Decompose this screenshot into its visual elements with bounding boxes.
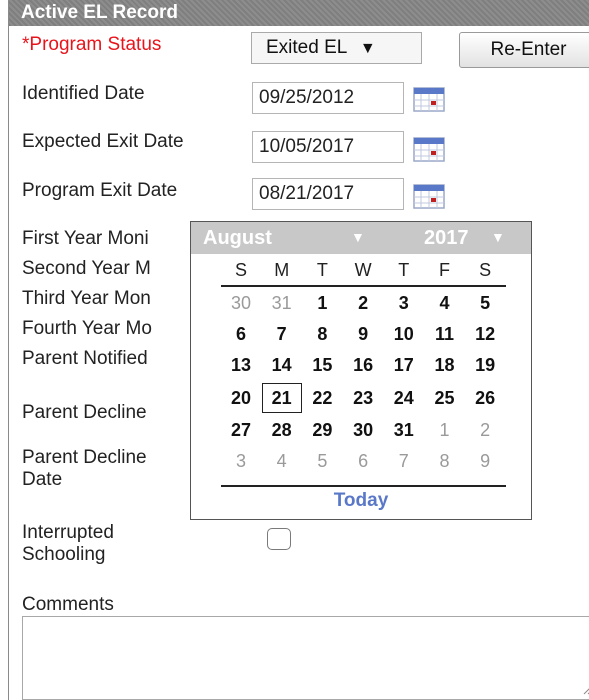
- resize-grip-icon[interactable]: [581, 683, 589, 695]
- calendar-week-row: 20 21 22 23 24 25 26: [221, 383, 506, 413]
- calendar-day[interactable]: 12: [465, 322, 505, 346]
- calendar-day[interactable]: 18: [425, 353, 465, 377]
- calendar-day[interactable]: 17: [384, 353, 424, 377]
- calendar-day[interactable]: 19: [465, 353, 505, 377]
- calendar-header: August ▼ 2017 ▼: [191, 222, 531, 254]
- calendar-day[interactable]: 10: [384, 322, 424, 346]
- date-picker-popup: August ▼ 2017 ▼ SMTWTFS 30 31 1 2 3 4 5 6 7 8 9 10 1…: [190, 221, 532, 520]
- third-year-monitoring-label: Third Year Mon: [22, 288, 151, 309]
- calendar-day[interactable]: 30: [221, 291, 261, 315]
- expected-exit-date-label: Expected Exit Date: [22, 131, 184, 152]
- calendar-divider: [221, 285, 506, 287]
- calendar-day[interactable]: 23: [343, 386, 383, 410]
- weekday-label: S: [479, 260, 492, 280]
- weekday-label: T: [398, 260, 410, 280]
- calendar-day[interactable]: 1: [302, 291, 342, 315]
- calendar-icon[interactable]: [413, 183, 445, 209]
- expected-exit-date-input[interactable]: 10/05/2017: [252, 131, 404, 163]
- calendar-divider: [221, 485, 506, 487]
- parent-declined-label: Parent Decline: [22, 402, 147, 423]
- weekday-label: W: [354, 260, 372, 280]
- weekday-header-row: SMTWTFS: [221, 258, 506, 282]
- identified-date-input[interactable]: 09/25/2012: [252, 82, 404, 114]
- calendar-day[interactable]: 27: [221, 418, 261, 442]
- parent-notified-label: Parent Notified: [22, 348, 148, 369]
- calendar-day[interactable]: 15: [302, 353, 342, 377]
- calendar-week-row: 27 28 29 30 31 1 2: [221, 418, 506, 442]
- calendar-day[interactable]: 11: [425, 322, 465, 346]
- program-status-label: *Program Status: [22, 34, 162, 55]
- calendar-week-row: 3456789: [221, 449, 506, 473]
- comments-textarea[interactable]: [22, 616, 589, 700]
- calendar-week-row: 30 31 1 2 3 4 5: [221, 291, 506, 315]
- weekday-label: T: [316, 260, 328, 280]
- calendar-day[interactable]: 22: [302, 386, 342, 410]
- parent-declined-date-label: Parent Decline Date: [22, 447, 147, 490]
- calendar-icon[interactable]: [413, 136, 445, 162]
- reenter-button[interactable]: Re-Enter: [459, 32, 589, 68]
- calendar-day[interactable]: 20: [221, 386, 261, 410]
- calendar-day[interactable]: 8: [302, 322, 342, 346]
- calendar-day-selected[interactable]: 21: [261, 383, 302, 413]
- interrupted-schooling-checkbox[interactable]: [267, 528, 291, 550]
- calendar-day[interactable]: 31: [384, 418, 424, 442]
- calendar-day[interactable]: 28: [262, 418, 302, 442]
- calendar-day[interactable]: 24: [384, 386, 424, 410]
- calendar-day[interactable]: 9: [343, 322, 383, 346]
- calendar-day[interactable]: 2: [343, 291, 383, 315]
- calendar-day[interactable]: 6: [343, 449, 383, 473]
- calendar-day[interactable]: 30: [343, 418, 383, 442]
- calendar-day[interactable]: 8: [425, 449, 465, 473]
- program-status-select[interactable]: Exited EL ▼: [251, 32, 422, 64]
- chevron-down-icon: ▼: [359, 40, 376, 57]
- fourth-year-monitoring-label: Fourth Year Mo: [22, 318, 152, 339]
- program-status-value: Exited EL: [266, 37, 347, 58]
- program-exit-date-input[interactable]: 08/21/2017: [252, 178, 404, 210]
- identified-date-label: Identified Date: [22, 83, 145, 104]
- calendar-day[interactable]: 3: [221, 449, 261, 473]
- calendar-week-row: 13 14 15 16 17 18 19: [221, 353, 506, 377]
- calendar-day[interactable]: 4: [262, 449, 302, 473]
- today-link[interactable]: Today: [191, 490, 531, 512]
- panel-title: Active EL Record: [9, 0, 589, 26]
- weekday-label: F: [439, 260, 450, 280]
- calendar-icon[interactable]: [413, 86, 445, 112]
- chevron-down-icon[interactable]: ▼: [351, 229, 365, 245]
- calendar-day[interactable]: 7: [262, 322, 302, 346]
- calendar-day[interactable]: 6: [221, 322, 261, 346]
- weekday-label: M: [274, 260, 290, 280]
- second-year-monitoring-label: Second Year M: [22, 258, 151, 279]
- weekday-label: S: [234, 260, 247, 280]
- calendar-day[interactable]: 2: [465, 418, 505, 442]
- chevron-down-icon[interactable]: ▼: [491, 229, 505, 245]
- calendar-day[interactable]: 5: [302, 449, 342, 473]
- calendar-day[interactable]: 16: [343, 353, 383, 377]
- calendar-day[interactable]: 5: [465, 291, 505, 315]
- comments-label: Comments: [22, 594, 114, 615]
- calendar-day[interactable]: 7: [384, 449, 424, 473]
- program-exit-date-label: Program Exit Date: [22, 180, 178, 201]
- calendar-day[interactable]: 13: [221, 353, 261, 377]
- calendar-year-select[interactable]: 2017: [424, 227, 469, 250]
- calendar-month-select[interactable]: August: [203, 227, 272, 250]
- calendar-day[interactable]: 1: [425, 418, 465, 442]
- calendar-day[interactable]: 3: [384, 291, 424, 315]
- calendar-day[interactable]: 26: [465, 386, 505, 410]
- calendar-day[interactable]: 14: [262, 353, 302, 377]
- calendar-week-row: 6 7 8 9 10 11 12: [221, 322, 506, 346]
- calendar-grid: SMTWTFS 30 31 1 2 3 4 5 6 7 8 9 10 11 12 13 14 15 16 17 18 1…: [221, 258, 506, 471]
- calendar-day[interactable]: 4: [425, 291, 465, 315]
- calendar-day[interactable]: 9: [465, 449, 505, 473]
- calendar-day[interactable]: 29: [302, 418, 342, 442]
- calendar-day[interactable]: 25: [425, 386, 465, 410]
- first-year-monitoring-label: First Year Moni: [22, 228, 149, 249]
- interrupted-schooling-label: Interrupted Schooling: [22, 522, 114, 565]
- calendar-day[interactable]: 31: [262, 291, 302, 315]
